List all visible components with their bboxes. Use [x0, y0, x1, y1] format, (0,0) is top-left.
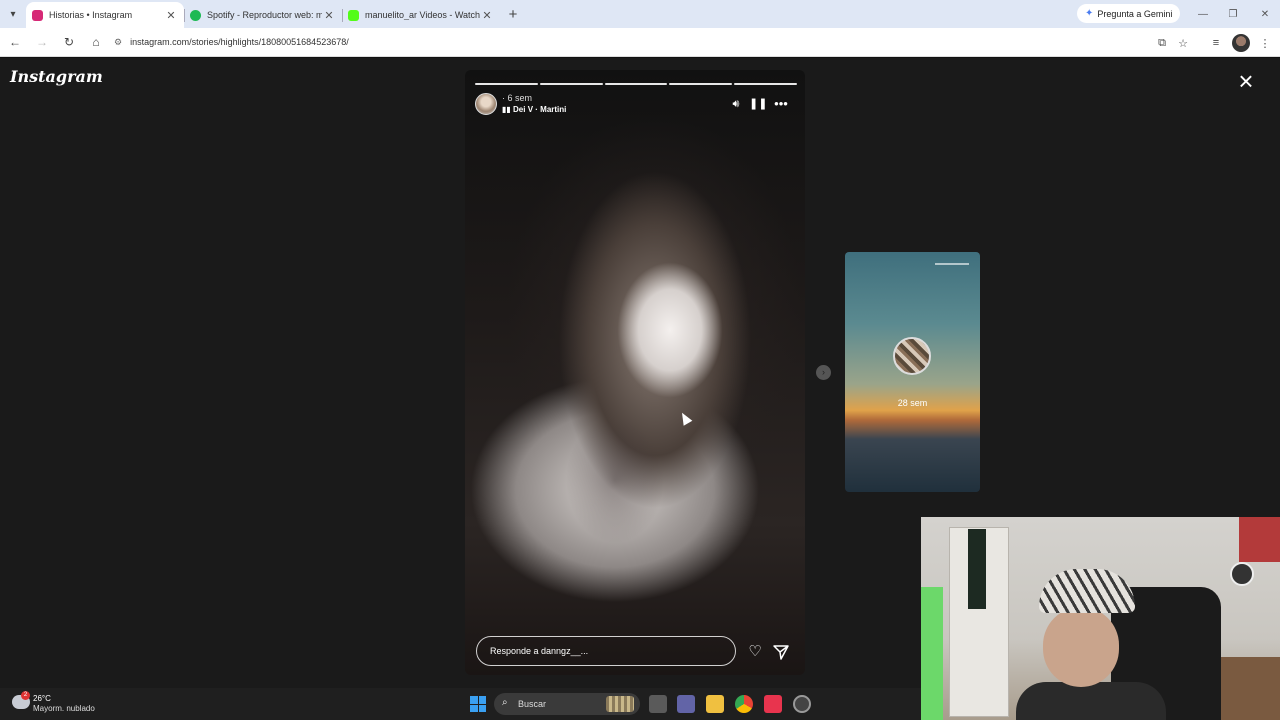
- url-bar[interactable]: ⚙ instagram.com/stories/highlights/18080…: [106, 31, 1146, 53]
- tab-instagram[interactable]: Historias • Instagram ✕: [26, 2, 184, 28]
- menu-dots-icon[interactable]: ⋮: [1256, 34, 1274, 52]
- start-button[interactable]: [470, 696, 486, 712]
- more-options-icon[interactable]: •••: [773, 96, 789, 112]
- webcam-person-shirt: [1016, 682, 1166, 720]
- address-toolbar: ← → ↻ ⌂ ⚙ instagram.com/stories/highligh…: [0, 28, 1280, 57]
- search-placeholder: Buscar: [518, 699, 547, 709]
- restore-button[interactable]: ❐: [1218, 0, 1248, 28]
- teams-icon[interactable]: [677, 695, 695, 713]
- new-tab-button[interactable]: +: [500, 6, 526, 23]
- windows-logo-icon: [470, 696, 478, 704]
- pause-icon[interactable]: ❚❚: [749, 96, 767, 112]
- instagram-logo[interactable]: Instagram: [10, 67, 103, 86]
- progress-segment: [475, 83, 538, 85]
- webcam-wall-logo: [1230, 562, 1254, 586]
- task-view-icon[interactable]: [649, 695, 667, 713]
- close-stories-button[interactable]: ×: [1234, 68, 1258, 94]
- site-info-icon[interactable]: ⚙: [114, 37, 122, 48]
- url-text: instagram.com/stories/highlights/1808005…: [130, 37, 349, 47]
- media-controls-icon[interactable]: ≡: [1207, 34, 1225, 52]
- webcam-overlay: [921, 517, 1280, 720]
- home-button[interactable]: ⌂: [84, 30, 108, 54]
- story-reply-input[interactable]: Responde a danngz__...: [476, 636, 736, 666]
- chrome-icon[interactable]: [735, 695, 753, 713]
- progress-segment: [604, 83, 668, 85]
- windows-logo-icon: [478, 704, 486, 712]
- weather-badge: 2: [21, 691, 30, 700]
- file-explorer-icon[interactable]: [706, 695, 724, 713]
- browser-tab-bar: ▾ Historias • Instagram ✕ Spotify - Repr…: [0, 0, 1280, 28]
- tiktok-icon[interactable]: [764, 695, 782, 713]
- story-song[interactable]: ▮▮ Dei V · Martini: [502, 105, 566, 114]
- progress-segment: [539, 83, 603, 85]
- instagram-favicon-icon: [32, 9, 43, 21]
- close-tab-icon[interactable]: ✕: [480, 9, 494, 22]
- gemini-icon: ✦: [1085, 8, 1094, 19]
- reply-placeholder: Responde a danngz__...: [490, 646, 589, 656]
- bookmark-star-icon[interactable]: ☆: [1174, 34, 1192, 52]
- back-button[interactable]: ←: [3, 30, 27, 54]
- close-tab-icon[interactable]: ✕: [164, 9, 178, 22]
- minimize-button[interactable]: —: [1188, 0, 1218, 28]
- volume-icon[interactable]: 🔊︎: [728, 96, 744, 112]
- progress-segment: [734, 83, 797, 85]
- webcam-person-face: [1043, 607, 1119, 687]
- weather-description[interactable]: Mayorm. nublado: [33, 704, 95, 713]
- app-icon[interactable]: [793, 695, 811, 713]
- webcam-poster: [968, 529, 986, 609]
- tab-kick[interactable]: manuelito_ar Videos - Watch O ✕: [342, 2, 500, 28]
- webcam-person-cap: [1039, 569, 1135, 613]
- spotify-favicon-icon: [190, 9, 201, 21]
- windows-logo-icon: [470, 704, 478, 712]
- profile-avatar[interactable]: [1232, 34, 1250, 52]
- next-story-arrow-icon[interactable]: ›: [816, 365, 831, 380]
- tab-label: Spotify - Reproductor web: mú: [207, 10, 322, 20]
- tab-spotify[interactable]: Spotify - Reproductor web: mú ✕: [184, 2, 342, 28]
- story-song-label: Dei V · Martini: [513, 105, 567, 114]
- next-story-preview[interactable]: 28 sem: [845, 252, 980, 492]
- close-tab-icon[interactable]: ✕: [322, 9, 336, 22]
- kick-favicon-icon: [348, 9, 359, 21]
- webcam-red-object: [1239, 517, 1280, 562]
- windows-logo-icon: [478, 696, 486, 704]
- next-story-time: 28 sem: [897, 398, 928, 408]
- weather-temperature[interactable]: 26°C: [33, 694, 51, 703]
- next-story-progress: [935, 263, 969, 265]
- install-app-icon[interactable]: ⧉: [1153, 34, 1171, 52]
- taskbar-search[interactable]: ⌕ Buscar: [494, 693, 640, 715]
- search-highlight-image: [606, 696, 634, 712]
- send-icon[interactable]: [771, 642, 791, 662]
- next-story-avatar: [893, 337, 931, 375]
- webcam-green-wall: [921, 587, 943, 720]
- forward-button[interactable]: →: [30, 30, 54, 54]
- story-user-avatar[interactable]: [475, 93, 497, 115]
- reload-button[interactable]: ↻: [57, 30, 81, 54]
- gemini-button[interactable]: ✦ Pregunta a Gemini: [1077, 4, 1181, 23]
- story-progress-bar: [475, 83, 797, 85]
- story-time: · 6 sem: [502, 93, 533, 103]
- webcam-dresser: [1221, 657, 1280, 720]
- gemini-label: Pregunta a Gemini: [1097, 8, 1173, 19]
- like-heart-icon[interactable]: ♡: [745, 642, 765, 662]
- windows-taskbar: 2 26°C Mayorm. nublado ⌕ Buscar: [0, 688, 921, 720]
- story-time-label: 6 sem: [507, 93, 533, 103]
- tab-label: Historias • Instagram: [49, 10, 133, 20]
- tab-label: manuelito_ar Videos - Watch O: [365, 10, 480, 20]
- story-viewer[interactable]: · 6 sem ▮▮ Dei V · Martini 🔊︎ ❚❚ ••• Res…: [465, 70, 805, 675]
- close-window-button[interactable]: ✕: [1250, 0, 1280, 28]
- search-icon: ⌕: [502, 697, 508, 708]
- progress-segment: [669, 83, 733, 85]
- tab-search-icon[interactable]: ▾: [0, 0, 26, 28]
